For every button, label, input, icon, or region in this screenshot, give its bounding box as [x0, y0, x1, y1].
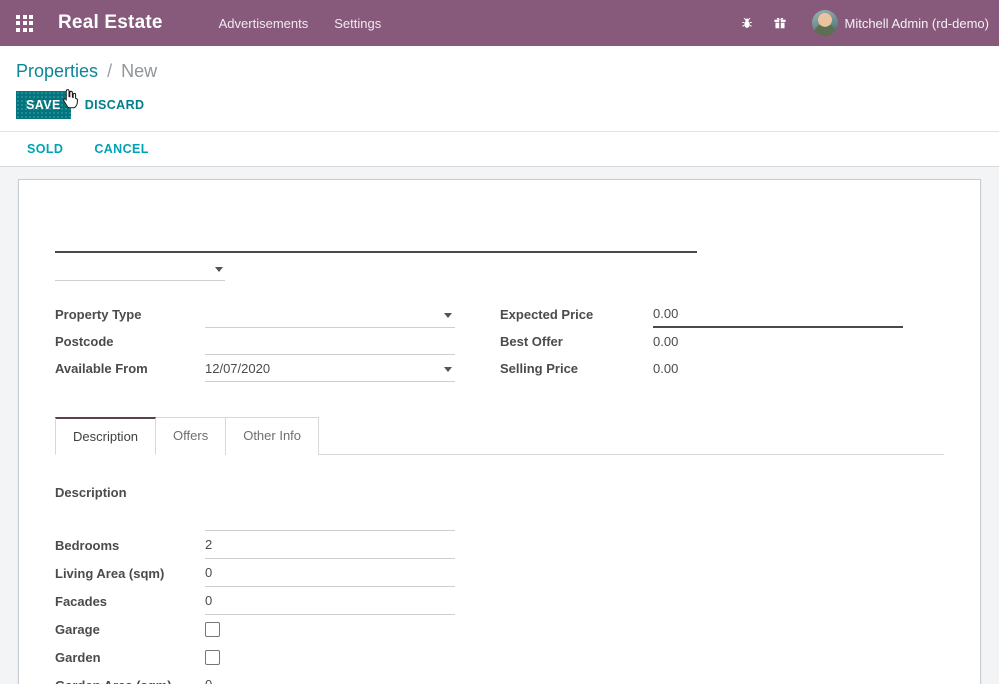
form-sheet: Property Type Postcode Available From — [18, 179, 981, 684]
property-type-label: Property Type — [55, 307, 205, 322]
selling-price-value: 0.00 — [653, 355, 903, 382]
tab-description[interactable]: Description — [55, 417, 156, 455]
description-input[interactable] — [205, 503, 455, 531]
description-field-row — [55, 503, 455, 531]
control-panel: Properties / New SAVE DISCARD — [0, 46, 999, 132]
gift-icon[interactable] — [773, 16, 787, 30]
postcode-input[interactable] — [205, 328, 455, 355]
discard-button[interactable]: DISCARD — [85, 98, 145, 112]
best-offer-value: 0.00 — [653, 328, 903, 355]
available-from-value: 12/07/2020 — [205, 361, 270, 376]
sold-button[interactable]: SOLD — [27, 142, 63, 156]
breadcrumb-current: New — [121, 61, 157, 81]
description-tab-content: Description Bedrooms 2 Living Area (sqm) — [55, 455, 944, 684]
menu-advertisements[interactable]: Advertisements — [219, 16, 309, 31]
field-grid: Property Type Postcode Available From — [55, 301, 944, 382]
garden-area-value: 0 — [205, 677, 212, 684]
bedrooms-input[interactable]: 2 — [205, 531, 455, 559]
description-section-label: Description — [55, 485, 944, 500]
facades-label: Facades — [55, 594, 205, 609]
facades-value: 0 — [205, 593, 212, 608]
living-area-label: Living Area (sqm) — [55, 566, 205, 581]
chevron-down-icon — [215, 267, 223, 272]
tab-other-info[interactable]: Other Info — [226, 417, 319, 455]
bedrooms-value: 2 — [205, 537, 212, 552]
field-row-available-from: Available From 12/07/2020 — [55, 355, 455, 382]
property-type-select[interactable] — [205, 301, 455, 328]
living-area-value: 0 — [205, 565, 212, 580]
tab-offers[interactable]: Offers — [156, 417, 226, 455]
field-row-garage: Garage — [55, 615, 455, 643]
field-row-property-type: Property Type — [55, 301, 455, 328]
field-row-postcode: Postcode — [55, 328, 455, 355]
property-name-input[interactable] — [55, 213, 697, 253]
menu-settings[interactable]: Settings — [334, 16, 381, 31]
selling-price-label: Selling Price — [500, 361, 653, 376]
top-navbar: Real Estate Advertisements Settings Mitc… — [0, 0, 999, 46]
garage-checkbox[interactable] — [205, 622, 220, 637]
field-row-selling-price: Selling Price 0.00 — [500, 355, 903, 382]
app-title[interactable]: Real Estate — [58, 12, 163, 34]
garden-area-input[interactable]: 0 — [205, 671, 455, 684]
top-menu: Advertisements Settings — [219, 16, 382, 31]
garden-field — [205, 643, 455, 671]
field-row-bedrooms: Bedrooms 2 — [55, 531, 455, 559]
statusbar: SOLD CANCEL — [0, 132, 999, 167]
field-row-living-area: Living Area (sqm) 0 — [55, 559, 455, 587]
navbar-right: Mitchell Admin (rd-demo) — [740, 10, 990, 36]
description-rows: Bedrooms 2 Living Area (sqm) 0 Facades 0 — [55, 531, 455, 684]
field-row-best-offer: Best Offer 0.00 — [500, 328, 903, 355]
garage-label: Garage — [55, 622, 205, 637]
content-area: Property Type Postcode Available From — [0, 167, 999, 670]
available-from-date-input[interactable]: 12/07/2020 — [205, 355, 455, 382]
garden-label: Garden — [55, 650, 205, 665]
chevron-down-icon — [444, 367, 452, 372]
field-row-expected-price: Expected Price 0.00 — [500, 301, 903, 328]
postcode-label: Postcode — [55, 334, 205, 349]
bug-icon[interactable] — [740, 16, 754, 30]
action-buttons: SAVE DISCARD — [16, 91, 983, 119]
garden-area-label: Garden Area (sqm) — [55, 678, 205, 684]
field-row-garden-area: Garden Area (sqm) 0 — [55, 671, 455, 684]
chevron-down-icon — [444, 313, 452, 318]
user-menu[interactable]: Mitchell Admin (rd-demo) — [845, 16, 990, 31]
right-column: Expected Price 0.00 Best Offer 0.00 Sell… — [500, 301, 903, 382]
notebook-tabs: Description Offers Other Info — [55, 416, 944, 455]
cancel-button[interactable]: CANCEL — [94, 142, 148, 156]
breadcrumb-properties-link[interactable]: Properties — [16, 61, 98, 81]
garden-checkbox[interactable] — [205, 650, 220, 665]
expected-price-value: 0.00 — [653, 306, 678, 321]
best-offer-label: Best Offer — [500, 334, 653, 349]
field-row-garden: Garden — [55, 643, 455, 671]
breadcrumb-separator: / — [103, 61, 116, 81]
bedrooms-label: Bedrooms — [55, 538, 205, 553]
breadcrumb: Properties / New — [16, 60, 983, 82]
expected-price-input[interactable]: 0.00 — [653, 301, 903, 328]
garage-field — [205, 615, 455, 643]
field-row-facades: Facades 0 — [55, 587, 455, 615]
facades-input[interactable]: 0 — [205, 587, 455, 615]
left-column: Property Type Postcode Available From — [55, 301, 455, 382]
available-from-label: Available From — [55, 361, 205, 376]
expected-price-label: Expected Price — [500, 307, 653, 322]
apps-grid-icon[interactable] — [16, 15, 33, 32]
save-button[interactable]: SAVE — [16, 91, 71, 119]
tags-input[interactable] — [55, 254, 225, 281]
avatar[interactable] — [812, 10, 838, 36]
living-area-input[interactable]: 0 — [205, 559, 455, 587]
